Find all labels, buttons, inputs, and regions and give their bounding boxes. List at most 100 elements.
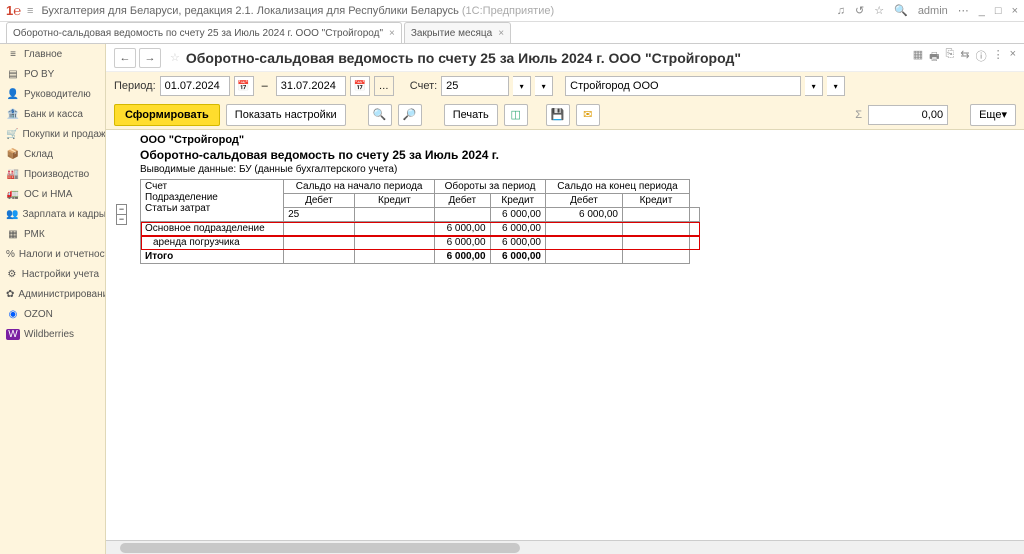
col-debit: Дебет	[545, 194, 622, 208]
percent-icon: %	[6, 249, 15, 260]
people-icon: 👥	[6, 209, 18, 220]
org-select-button[interactable]: ▾	[827, 76, 845, 96]
sidebar-item-settings[interactable]: ⚙Настройки учета	[0, 264, 105, 284]
horizontal-scrollbar[interactable]	[106, 540, 1024, 554]
app-logo: 1℮	[6, 3, 21, 18]
close-icon[interactable]: ×	[1012, 5, 1018, 17]
period-picker-button[interactable]: …	[374, 76, 394, 96]
col-account: Счет Подразделение Статьи затрат	[141, 180, 284, 222]
settings-icon[interactable]: ⋯	[958, 4, 969, 17]
date-to-input[interactable]	[276, 76, 346, 96]
print-button[interactable]: Печать	[444, 104, 498, 126]
report-subtitle: Выводимые данные: БУ (данные бухгалтерск…	[140, 164, 1014, 175]
back-button[interactable]: ←	[114, 48, 136, 68]
sidebar: ≡Главное ▤РО BY 👤Руководителю 🏦Банк и ка…	[0, 44, 106, 554]
wb-icon: W	[6, 329, 20, 340]
factory-icon: 🏭	[6, 169, 20, 180]
sidebar-item-assets[interactable]: 🚛ОС и НМА	[0, 184, 105, 204]
print-preview-button[interactable]: ◫	[504, 104, 528, 126]
account-input[interactable]	[441, 76, 509, 96]
maximize-icon[interactable]: □	[995, 5, 1002, 17]
person-icon: 👤	[6, 89, 20, 100]
more-button[interactable]: Еще ▾	[970, 104, 1016, 126]
col-debit: Дебет	[284, 194, 355, 208]
table-row[interactable]: Основное подразделение 6 000,006 000,00	[141, 222, 700, 236]
page-title: Оборотно-сальдовая ведомость по счету 25…	[186, 50, 913, 66]
zoom-in-button[interactable]: 🔍	[368, 104, 392, 126]
calendar-from-button[interactable]: 📅	[234, 76, 254, 96]
more-icon[interactable]: ⋮	[993, 48, 1004, 67]
star-icon[interactable]: ☆	[170, 51, 180, 64]
sidebar-item-main[interactable]: ≡Главное	[0, 44, 105, 64]
cart-icon: 🛒	[6, 129, 18, 140]
report-table: Счет Подразделение Статьи затрат Сальдо …	[140, 179, 700, 264]
sidebar-item-bank[interactable]: 🏦Банк и касса	[0, 104, 105, 124]
tab-report[interactable]: Оборотно-сальдовая ведомость по счету 25…	[6, 22, 402, 43]
account-dropdown-button[interactable]: ▾	[513, 76, 531, 96]
ozon-icon: ◉	[6, 309, 20, 320]
options-icon[interactable]: ⇆	[960, 48, 969, 67]
tab-closing[interactable]: Закрытие месяца ×	[404, 22, 511, 43]
flower-icon: ✿	[6, 289, 14, 300]
sidebar-item-taxes[interactable]: %Налоги и отчетность	[0, 244, 105, 264]
link-icon[interactable]: ⎘	[946, 48, 955, 67]
tab-close-icon[interactable]: ×	[498, 28, 504, 39]
sum-input[interactable]	[868, 105, 948, 125]
filter-bar: Период: 📅 – 📅 … Счет: ▾ ▾ ▾ ▾	[106, 72, 1024, 100]
col-debit: Дебет	[435, 194, 490, 208]
pos-icon: ▦	[6, 229, 20, 240]
search-icon[interactable]: 🔍	[894, 4, 908, 17]
user-label[interactable]: admin	[918, 5, 948, 17]
col-start: Сальдо на начало периода	[284, 180, 435, 194]
favorite-icon[interactable]: ☆	[874, 4, 884, 17]
bank-icon: 🏦	[6, 109, 20, 120]
forward-button[interactable]: →	[139, 48, 161, 68]
email-button[interactable]: ✉	[576, 104, 600, 126]
grid-icon[interactable]: ▦	[913, 48, 923, 67]
close-page-icon[interactable]: ×	[1010, 48, 1016, 67]
tab-bar: Оборотно-сальдовая ведомость по счету 25…	[0, 22, 1024, 44]
zoom-out-button[interactable]: 🔎	[398, 104, 422, 126]
date-from-input[interactable]	[160, 76, 230, 96]
menu-icon[interactable]: ≡	[27, 5, 33, 17]
account-select-button[interactable]: ▾	[535, 76, 553, 96]
scrollbar-thumb[interactable]	[120, 543, 520, 553]
truck-icon: 🚛	[6, 189, 20, 200]
sidebar-item-production[interactable]: 🏭Производство	[0, 164, 105, 184]
sidebar-item-sales[interactable]: 🛒Покупки и продажи	[0, 124, 105, 144]
period-label: Период:	[114, 80, 156, 92]
history-icon[interactable]: ↺	[855, 4, 864, 17]
sidebar-item-admin[interactable]: ✿Администрирование	[0, 284, 105, 304]
sidebar-item-roby[interactable]: ▤РО BY	[0, 64, 105, 84]
table-row[interactable]: аренда погрузчика 6 000,006 000,00	[141, 236, 700, 250]
sidebar-item-rmk[interactable]: ▦РМК	[0, 224, 105, 244]
sidebar-item-ozon[interactable]: ◉OZON	[0, 304, 105, 324]
calendar-to-button[interactable]: 📅	[350, 76, 370, 96]
tree-collapse-button[interactable]: −	[116, 214, 127, 225]
print-icon[interactable]: 🖶	[929, 48, 939, 67]
sidebar-item-manager[interactable]: 👤Руководителю	[0, 84, 105, 104]
sidebar-item-hr[interactable]: 👥Зарплата и кадры	[0, 204, 105, 224]
info-icon[interactable]: ⓘ	[976, 48, 987, 67]
sigma-icon[interactable]: Σ	[855, 109, 862, 121]
col-credit: Кредит	[622, 194, 689, 208]
save-button[interactable]: 💾	[546, 104, 570, 126]
home-icon: ≡	[6, 49, 20, 60]
sidebar-item-warehouse[interactable]: 📦Склад	[0, 144, 105, 164]
gear-icon: ⚙	[6, 269, 18, 280]
toolbar: Сформировать Показать настройки 🔍 🔎 Печа…	[106, 100, 1024, 130]
col-turnover: Обороты за период	[435, 180, 546, 194]
minimize-icon[interactable]: _	[979, 5, 985, 17]
bell-icon[interactable]: ♫	[837, 5, 845, 17]
generate-button[interactable]: Сформировать	[114, 104, 220, 126]
sidebar-item-wb[interactable]: WWildberries	[0, 324, 105, 344]
col-credit: Кредит	[490, 194, 545, 208]
account-label: Счет:	[410, 80, 437, 92]
app-title: Бухгалтерия для Беларуси, редакция 2.1. …	[41, 5, 836, 17]
org-input[interactable]	[565, 76, 801, 96]
table-row-total[interactable]: Итого 6 000,006 000,00	[141, 250, 700, 264]
report-title: Оборотно-сальдовая ведомость по счету 25…	[140, 148, 1014, 162]
tab-close-icon[interactable]: ×	[389, 28, 395, 39]
org-dropdown-button[interactable]: ▾	[805, 76, 823, 96]
show-settings-button[interactable]: Показать настройки	[226, 104, 346, 126]
